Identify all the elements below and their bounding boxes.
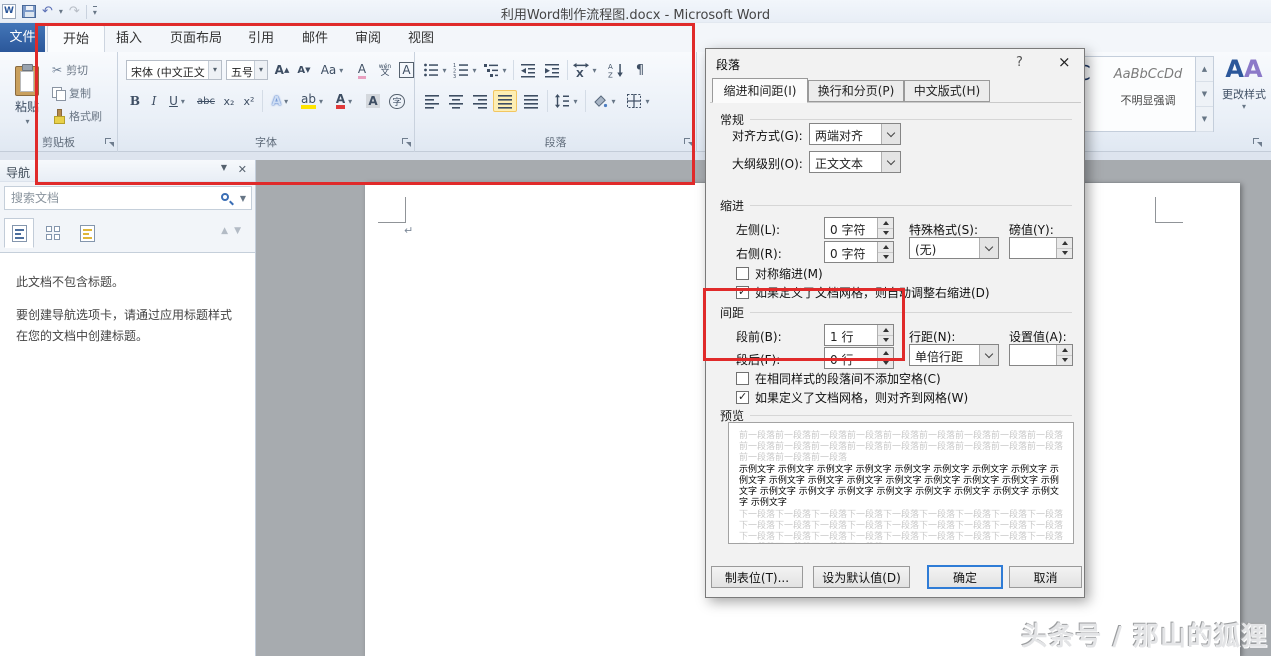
search-icon[interactable] [221,193,229,201]
checkbox-checked[interactable] [736,391,749,404]
indent-right-label: 右侧(R): [736,245,782,262]
browse-results-icon [80,225,95,242]
indent-right-spinner[interactable]: 0 字符 [824,241,894,263]
ok-button[interactable]: 确定 [927,565,1003,589]
navigation-pane: 导航 ▼ ✕ ▼ ▲▼ 此文档不包含标题。 要创建导航选项卡，请通过应用标题样式… [0,160,256,656]
line-spacing-dropdown-icon[interactable] [979,345,998,365]
checkbox-unchecked[interactable] [736,372,749,385]
outline-level-label: 大纲级别(O): [732,155,803,172]
nav-search-box[interactable]: ▼ [4,186,252,210]
gallery-up-icon[interactable]: ▲ [1196,57,1213,82]
nav-prev-next-icons: ▲▼ [221,226,247,236]
alignment-dropdown-icon[interactable] [881,124,900,144]
indent-left-label: 左侧(L): [736,221,780,238]
spin-down-icon[interactable] [1057,249,1072,259]
margin-mark-top-left [378,222,406,223]
preview-box: 前一段落前一段落前一段落前一段落前一段落前一段落前一段落前一段落前一段落前一段落… [728,422,1074,544]
nav-content: 此文档不包含标题。 要创建导航选项卡，请通过应用标题样式在您的文档中创建标题。 [0,252,255,656]
by-label: 磅值(Y): [1009,221,1054,238]
styles-dialog-launcher-icon[interactable] [1253,138,1263,148]
spin-up-icon[interactable] [878,242,893,253]
outline-dropdown-icon[interactable] [881,152,900,172]
styles-gallery-scroll: ▲ ▼ ▼ [1195,57,1213,131]
navigation-pane-title: 导航 [6,164,30,181]
spin-up-icon[interactable] [1057,238,1072,249]
spin-up-icon[interactable] [1057,345,1072,356]
search-options-dropdown-icon[interactable]: ▼ [240,194,246,203]
checkbox-unchecked[interactable] [736,267,749,280]
window-title: 利用Word制作流程图.docx - Microsoft Word [0,4,1271,23]
preview-next-paragraph: 下一段落下一段落下一段落下一段落下一段落下一段落下一段落下一段落下一段落下一段落… [739,510,1063,544]
gallery-more-icon[interactable]: ▼ [1196,107,1213,132]
no-space-same-style-checkbox[interactable]: 在相同样式的段落间不添加空格(C) [736,370,941,387]
by-spinner[interactable] [1009,237,1073,259]
nav-tab-browse-results[interactable] [72,218,102,248]
gallery-down-icon[interactable]: ▼ [1196,82,1213,107]
watermark-text: 头条号 / 那山的狐狸 [1012,616,1268,653]
tabs-button[interactable]: 制表位(T)... [711,566,803,588]
title-bar: ↶▾ ↷ ▾ 利用Word制作流程图.docx - Microsoft Word [0,0,1271,23]
change-styles-icon: AA [1225,56,1262,82]
mirror-indents-checkbox[interactable]: 对称缩进(M) [736,265,823,282]
nav-tabs [4,218,102,250]
special-format-combo[interactable]: (无) [909,237,999,259]
style-sample: AaBbCcDd [1103,67,1193,82]
spin-down-icon[interactable] [1057,356,1072,366]
section-indent: 缩进 [720,197,1072,214]
dialog-title: 段落 [716,56,740,73]
indent-left-spinner[interactable]: 0 字符 [824,217,894,239]
margin-mark-top-left [405,197,406,223]
cancel-button[interactable]: 取消 [1009,566,1082,588]
nav-tab-browse-headings[interactable] [4,218,34,248]
preview-sample-text: 示例文字 示例文字 示例文字 示例文字 示例文字 示例文字 示例文字 示例文字 … [739,465,1063,509]
dialog-tab-line-page-breaks[interactable]: 换行和分页(P) [808,80,904,102]
preview-previous-paragraph: 前一段落前一段落前一段落前一段落前一段落前一段落前一段落前一段落前一段落前一段落… [739,431,1063,464]
alignment-combo[interactable]: 两端对齐 [809,123,901,145]
special-dropdown-icon[interactable] [979,238,998,258]
dialog-help-icon[interactable]: ? [1016,55,1023,70]
nav-tab-browse-pages[interactable] [38,218,68,248]
spin-down-icon[interactable] [878,229,893,239]
outline-level-combo[interactable]: 正文文本 [809,151,901,173]
nav-message-no-headings: 此文档不包含标题。 [16,273,124,290]
margin-mark-top-right [1155,197,1156,223]
dialog-tab-asian-typography[interactable]: 中文版式(H) [904,80,990,102]
style-label: 不明显强调 [1103,92,1193,108]
change-styles-button[interactable]: AA 更改样式 ▾ [1220,56,1268,136]
change-styles-dropdown-icon: ▾ [1242,102,1246,111]
dialog-close-icon[interactable]: × [1058,53,1071,71]
annotation-rectangle-ribbon [35,23,695,185]
at-value-label: 设置值(A): [1009,328,1067,345]
line-spacing-combo[interactable]: 单倍行距 [909,344,999,366]
style-item-subtle-emphasis[interactable]: AaBbCcDd 不明显强调 [1103,61,1193,127]
spin-up-icon[interactable] [878,218,893,229]
dialog-tab-indents-spacing[interactable]: 缩进和间距(I) [712,78,808,103]
annotation-rectangle-spacing [703,288,905,361]
margin-mark-top-right [1155,222,1183,223]
line-spacing-label: 行距(N): [909,328,955,345]
search-input[interactable] [11,190,191,206]
alignment-label: 对齐方式(G): [732,127,803,144]
nav-message-create-headings: 要创建导航选项卡，请通过应用标题样式在您的文档中创建标题。 [16,305,238,347]
spin-down-icon[interactable] [878,253,893,263]
at-value-spinner[interactable] [1009,344,1073,366]
paragraph-mark-icon: ↵ [404,224,413,237]
browse-pages-icon [46,226,60,240]
change-styles-label: 更改样式 [1222,86,1266,102]
browse-headings-icon [12,225,27,242]
set-default-button[interactable]: 设为默认值(D) [813,566,910,588]
snap-to-grid-checkbox[interactable]: 如果定义了文档网格，则对齐到网格(W) [736,389,968,406]
special-format-label: 特殊格式(S): [909,221,978,238]
